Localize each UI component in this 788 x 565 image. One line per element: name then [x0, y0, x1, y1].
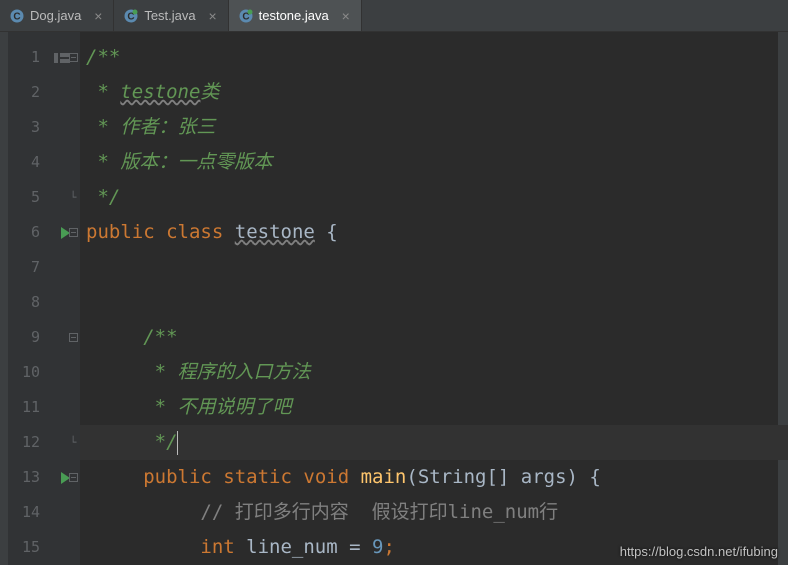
- line-number[interactable]: 14: [8, 495, 50, 530]
- line-number[interactable]: 11: [8, 390, 50, 425]
- line-number[interactable]: 4: [8, 145, 50, 180]
- line-number[interactable]: 9: [8, 320, 50, 355]
- svg-text:C: C: [13, 11, 20, 22]
- code-text: testone: [235, 221, 315, 243]
- code-text: /**: [143, 326, 177, 348]
- line-number[interactable]: 8: [8, 285, 50, 320]
- java-class-icon: C: [124, 9, 138, 23]
- code-text: line_num: [246, 536, 338, 558]
- line-number[interactable]: 13: [8, 460, 50, 495]
- line-number[interactable]: 10: [8, 355, 50, 390]
- code-text: {: [326, 221, 337, 243]
- tab-label: testone.java: [259, 8, 329, 23]
- line-number[interactable]: 5: [8, 180, 50, 215]
- fold-column: └ └: [66, 40, 80, 565]
- fold-icon[interactable]: [66, 40, 80, 75]
- tab-testone[interactable]: C testone.java ×: [229, 0, 362, 31]
- code-text: * 程序的入口方法: [143, 361, 310, 383]
- line-number[interactable]: 6: [8, 215, 50, 250]
- fold-icon[interactable]: [66, 215, 80, 250]
- code-text: ;: [383, 536, 394, 558]
- code-text: =: [338, 536, 372, 558]
- line-number[interactable]: 3: [8, 110, 50, 145]
- code-text: static: [223, 466, 292, 488]
- code-text: public: [86, 221, 155, 243]
- code-text: * 不用说明了吧: [143, 396, 291, 418]
- editor: 1 2 3 4 5 6 7 8 9 10 11 12 13 14 15 └: [0, 32, 788, 565]
- code-text: //: [200, 501, 234, 523]
- close-icon[interactable]: ×: [339, 8, 353, 24]
- code-text: * 版本：一点零版本: [86, 151, 272, 173]
- tab-label: Dog.java: [30, 8, 81, 23]
- tab-bar: C Dog.java × C Test.java × C testone.jav…: [0, 0, 788, 32]
- tab-label: Test.java: [144, 8, 195, 23]
- code-text: *: [86, 81, 120, 103]
- close-icon[interactable]: ×: [91, 8, 105, 24]
- fold-end-icon: └: [66, 180, 80, 215]
- java-class-icon: C: [239, 9, 253, 23]
- line-number[interactable]: 12: [8, 425, 50, 460]
- fold-end-icon: └: [66, 425, 80, 460]
- code-text: class: [166, 221, 223, 243]
- code-text: */: [86, 186, 120, 208]
- line-number[interactable]: 1: [8, 40, 50, 75]
- code-text: /**: [86, 46, 120, 68]
- code-text: main: [361, 466, 407, 488]
- code-text: 类: [200, 81, 219, 103]
- code-text: void: [303, 466, 349, 488]
- tab-dog[interactable]: C Dog.java ×: [0, 0, 114, 31]
- watermark: https://blog.csdn.net/ifubing: [620, 544, 778, 559]
- text-cursor: [177, 431, 178, 455]
- code-text: (String[] args) {: [406, 466, 600, 488]
- line-number[interactable]: 2: [8, 75, 50, 110]
- code-area[interactable]: └ └ /** * testone类 * 作者：张三 * 版本：一点零版本 */…: [80, 32, 788, 565]
- fold-icon[interactable]: [66, 320, 80, 355]
- fold-icon[interactable]: [66, 460, 80, 495]
- scrollbar[interactable]: [778, 32, 788, 565]
- left-margin: [0, 32, 8, 565]
- code-text: public: [143, 466, 212, 488]
- java-class-icon: C: [10, 9, 24, 23]
- line-number[interactable]: 7: [8, 250, 50, 285]
- code-text: testone: [120, 81, 200, 103]
- line-number-gutter: 1 2 3 4 5 6 7 8 9 10 11 12 13 14 15: [8, 32, 50, 565]
- code-text: 打印多行内容 假设打印line_num行: [235, 501, 558, 523]
- close-icon[interactable]: ×: [206, 8, 220, 24]
- code-text: * 作者：张三: [86, 116, 215, 138]
- code-text: */: [143, 431, 177, 453]
- tab-test[interactable]: C Test.java ×: [114, 0, 228, 31]
- line-number[interactable]: 15: [8, 530, 50, 565]
- code-text: 9: [372, 536, 383, 558]
- code-text: int: [200, 536, 234, 558]
